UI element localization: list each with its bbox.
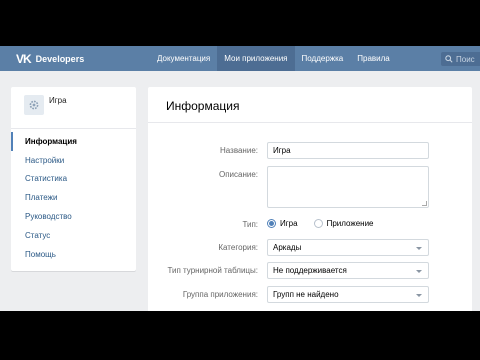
group-select[interactable]: Групп не найдено: [267, 286, 429, 303]
tab-rules[interactable]: Правила: [350, 46, 396, 71]
search-icon: [445, 55, 453, 63]
resize-handle-icon[interactable]: [422, 201, 427, 206]
sidebar-item-info[interactable]: Информация: [11, 132, 136, 151]
tab-documentation[interactable]: Документация: [150, 46, 217, 71]
vk-logo-icon: VK: [16, 51, 32, 66]
sidebar-item-guide[interactable]: Руководство: [11, 207, 136, 226]
description-label: Описание:: [218, 170, 258, 179]
gear-icon: [29, 100, 39, 110]
app-header: Игра: [11, 87, 136, 129]
brand-logo-link[interactable]: VK Developers: [16, 46, 84, 71]
letterbox-bottom: [0, 311, 480, 360]
radio-game-label[interactable]: Игра: [280, 219, 298, 228]
tournament-label: Тип турнирной таблицы:: [167, 266, 258, 275]
radio-application-label[interactable]: Приложение: [327, 219, 374, 228]
tab-support[interactable]: Поддержка: [295, 46, 351, 71]
app-sidebar: Игра Информация Настройки Статистика Пла…: [11, 87, 136, 271]
tournament-select[interactable]: Не поддерживается: [267, 262, 429, 279]
app-name: Игра: [49, 96, 67, 105]
type-label: Тип:: [242, 220, 258, 229]
name-label: Название:: [220, 146, 258, 155]
page-title: Информация: [166, 99, 240, 113]
app-avatar: [24, 95, 44, 115]
sidebar-item-stats[interactable]: Статистика: [11, 170, 136, 189]
chevron-down-icon: [416, 294, 422, 297]
name-field[interactable]: Игра: [267, 142, 429, 159]
group-label: Группа приложения:: [182, 290, 258, 299]
radio-game[interactable]: [267, 219, 276, 228]
sidebar-item-status[interactable]: Статус: [11, 226, 136, 245]
chevron-down-icon: [416, 247, 422, 250]
nav-tabs: Документация Мои приложения Поддержка Пр…: [150, 46, 397, 71]
category-select[interactable]: Аркады: [267, 239, 429, 256]
description-textarea[interactable]: [267, 166, 429, 208]
title-divider: [148, 122, 472, 123]
category-label: Категория:: [218, 243, 258, 252]
sidebar-item-settings[interactable]: Настройки: [11, 151, 136, 170]
sidebar-menu: Информация Настройки Статистика Платежи …: [11, 132, 136, 264]
radio-application[interactable]: [313, 219, 323, 228]
category-value: Аркады: [273, 243, 302, 252]
top-navbar: VK Developers Документация Мои приложени…: [0, 46, 480, 71]
letterbox-top: [0, 0, 480, 46]
brand-title: Developers: [35, 53, 85, 64]
sidebar-item-payments[interactable]: Платежи: [11, 188, 136, 207]
sidebar-item-help[interactable]: Помощь: [11, 245, 136, 264]
search-placeholder: Поис: [456, 54, 475, 64]
type-radio-group: Игра Приложение: [267, 219, 390, 228]
group-value: Групп не найдено: [273, 290, 339, 299]
search-input[interactable]: Поис: [441, 52, 480, 66]
chevron-down-icon: [416, 270, 422, 273]
tab-my-apps[interactable]: Мои приложения: [217, 46, 295, 71]
info-panel: Информация Название: Игра Описание: Тип:…: [148, 87, 472, 311]
tournament-value: Не поддерживается: [273, 266, 347, 275]
